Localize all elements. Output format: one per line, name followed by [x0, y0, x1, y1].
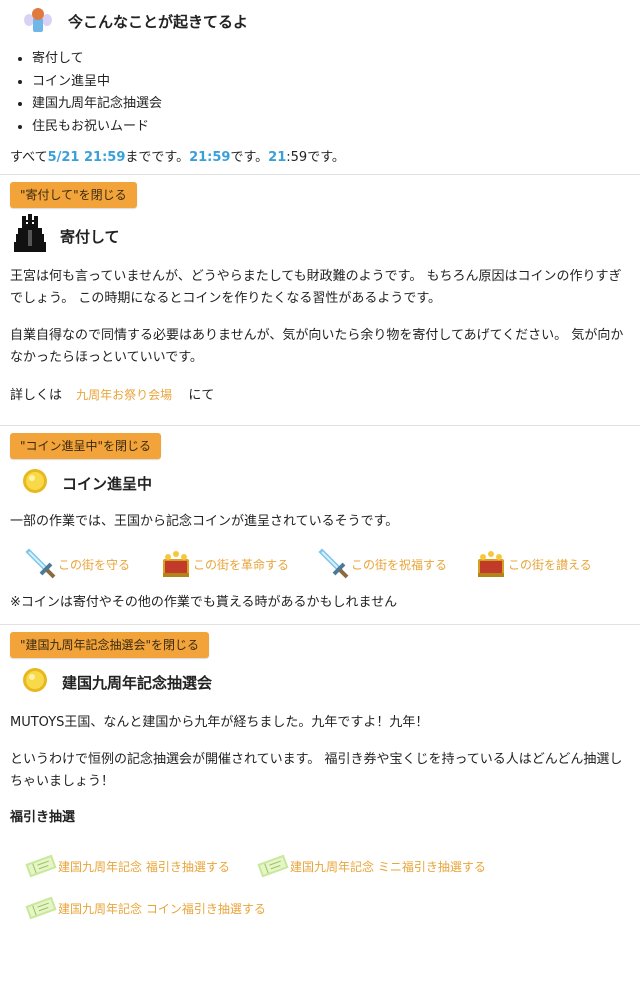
lottery-title: 建国九周年記念抽選会 — [62, 673, 213, 692]
notice-title: 今こんなことが起きてるよ — [68, 12, 249, 31]
ticket-icon — [256, 849, 290, 883]
deadline-suffix: です。 — [230, 150, 269, 165]
coin-paragraph: 一部の作業では、王国から記念コインが進呈されているそうです。 — [10, 514, 399, 529]
donate-section: "寄付して"を閉じる 寄付して 王宮は何も言っていませんが、どうやらまたしても財… — [0, 175, 640, 407]
festival-venue-link[interactable]: 九周年お祭り会場 — [76, 388, 172, 402]
action-label: 建国九周年記念 ミニ福引き抽選する — [290, 859, 486, 874]
dark-king-icon — [10, 214, 50, 258]
notice-header: 今こんなことが起きてるよ — [10, 0, 630, 42]
action-label: この街を守る — [58, 557, 131, 572]
deadline-time: 5/21 21:59 — [47, 150, 126, 165]
donate-paragraph: 自業自得なので同情する必要はありませんが、気が向いたら余り物を寄付してあげてくだ… — [10, 328, 624, 365]
revolt-town-action[interactable]: この街を革命する — [159, 547, 317, 581]
event-item: コイン進呈中 — [32, 71, 630, 94]
action-label: この街を讃える — [508, 557, 592, 572]
close-lottery-button[interactable]: "建国九周年記念抽選会"を閉じる — [10, 632, 210, 658]
action-label: この街を革命する — [193, 557, 290, 572]
bless-town-action[interactable]: この街を祝福する — [317, 547, 474, 581]
ticket-icon — [24, 849, 58, 883]
event-item: 寄付して — [32, 48, 630, 71]
coin-icon — [22, 667, 48, 697]
ticket-icon — [24, 891, 58, 925]
action-label: 建国九周年記念 福引き抽選する — [58, 859, 230, 874]
coin-section: "コイン進呈中"を閉じる コイン進呈中 一部の作業では、王国から記念コインが進呈… — [0, 426, 640, 614]
coin-lottery-draw-action[interactable]: 建国九周年記念 コイン福引き抽選する — [24, 891, 266, 925]
event-item: 建国九周年記念抽選会 — [32, 93, 630, 116]
crown-icon — [159, 547, 193, 581]
donate-title: 寄付して — [60, 227, 120, 246]
crown-icon — [474, 547, 508, 581]
deadline-time: 21 — [268, 150, 287, 165]
deadline-prefix: すべて — [10, 150, 48, 165]
donate-paragraph: 王宮は何も言っていませんが、どうやらまたしても財政難のようです。 もちろん原因は… — [10, 269, 622, 306]
sword-icon — [24, 547, 58, 581]
coin-icon — [22, 468, 48, 498]
action-label: 建国九周年記念 コイン福引き抽選する — [58, 901, 266, 916]
deadline-suffix: :59です。 — [286, 150, 345, 165]
coin-note: ※コインは寄付やその他の作業でも貰える時があるかもしれません — [10, 595, 398, 610]
event-list: 寄付して コイン進呈中 建国九周年記念抽選会 住民もお祝いムード — [10, 48, 630, 138]
sword-icon — [317, 547, 351, 581]
lottery-subtitle: 福引き抽選 — [10, 810, 76, 825]
protect-town-action[interactable]: この街を守る — [24, 547, 159, 581]
lottery-section: "建国九周年記念抽選会"を閉じる 建国九周年記念抽選会 MUTOYS王国、なんと… — [0, 625, 640, 927]
coin-title: コイン進呈中 — [62, 474, 153, 493]
lottery-paragraph: MUTOYS王国、なんと建国から九年が経ちました。九年ですよ！九年！ — [10, 715, 429, 730]
fairy-icon — [24, 6, 54, 36]
close-donate-button[interactable]: "寄付して"を閉じる — [10, 182, 137, 208]
details-prefix: 詳しくは — [10, 388, 63, 403]
lottery-paragraph: というわけで恒例の記念抽選会が開催されています。 福引き券や宝くじを持っている人… — [10, 752, 623, 789]
donate-details: 詳しくは 九周年お祭り会場 にて — [10, 384, 630, 407]
event-item: 住民もお祝いムード — [32, 116, 630, 139]
deadline-text: すべて5/21 21:59までです。21:59です。21:59です。 — [10, 148, 630, 168]
deadline-suffix: までです。 — [125, 150, 190, 165]
praise-town-action[interactable]: この街を讃える — [474, 547, 592, 581]
close-coin-button[interactable]: "コイン進呈中"を閉じる — [10, 433, 162, 459]
mini-lottery-draw-action[interactable]: 建国九周年記念 ミニ福引き抽選する — [256, 849, 486, 883]
details-suffix: にて — [188, 388, 215, 403]
lottery-draw-action[interactable]: 建国九周年記念 福引き抽選する — [24, 849, 256, 883]
action-label: この街を祝福する — [351, 557, 448, 572]
deadline-time: 21:59 — [189, 150, 231, 165]
